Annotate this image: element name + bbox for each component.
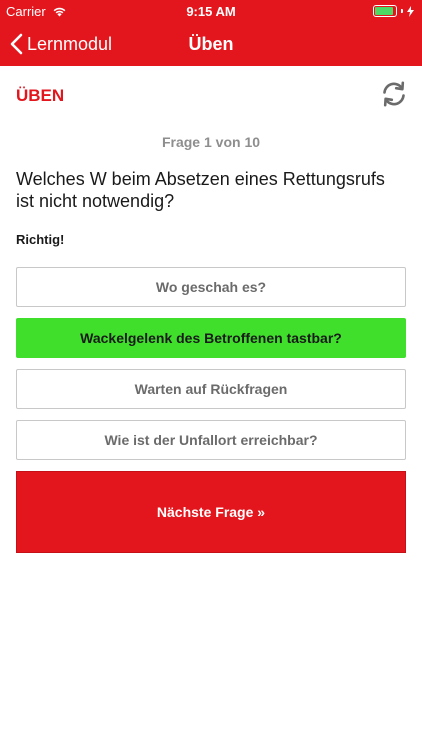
answer-option-2-correct[interactable]: Wackelgelenk des Betroffenen tastbar? [16, 318, 406, 358]
next-question-button[interactable]: Nächste Frage » [16, 471, 406, 553]
answer-feedback: Richtig! [16, 232, 65, 247]
navigation-bar: Lernmodul Üben [0, 22, 422, 66]
answer-option-4[interactable]: Wie ist der Unfallort erreichbar? [16, 420, 406, 460]
question-text: Welches W beim Absetzen eines Rettungsru… [16, 169, 385, 211]
answer-option-1[interactable]: Wo geschah es? [16, 267, 406, 307]
status-time: 9:15 AM [186, 4, 236, 19]
battery-icon [373, 5, 414, 17]
status-bar: Carrier 9:15 AM [0, 0, 422, 22]
refresh-button[interactable] [380, 80, 408, 108]
answer-option-3[interactable]: Warten auf Rückfragen [16, 369, 406, 409]
section-title: ÜBEN [16, 86, 65, 105]
nav-title: Üben [188, 34, 234, 54]
charging-icon [407, 5, 414, 17]
refresh-icon [383, 81, 405, 107]
question-counter: Frage 1 von 10 [161, 134, 261, 150]
